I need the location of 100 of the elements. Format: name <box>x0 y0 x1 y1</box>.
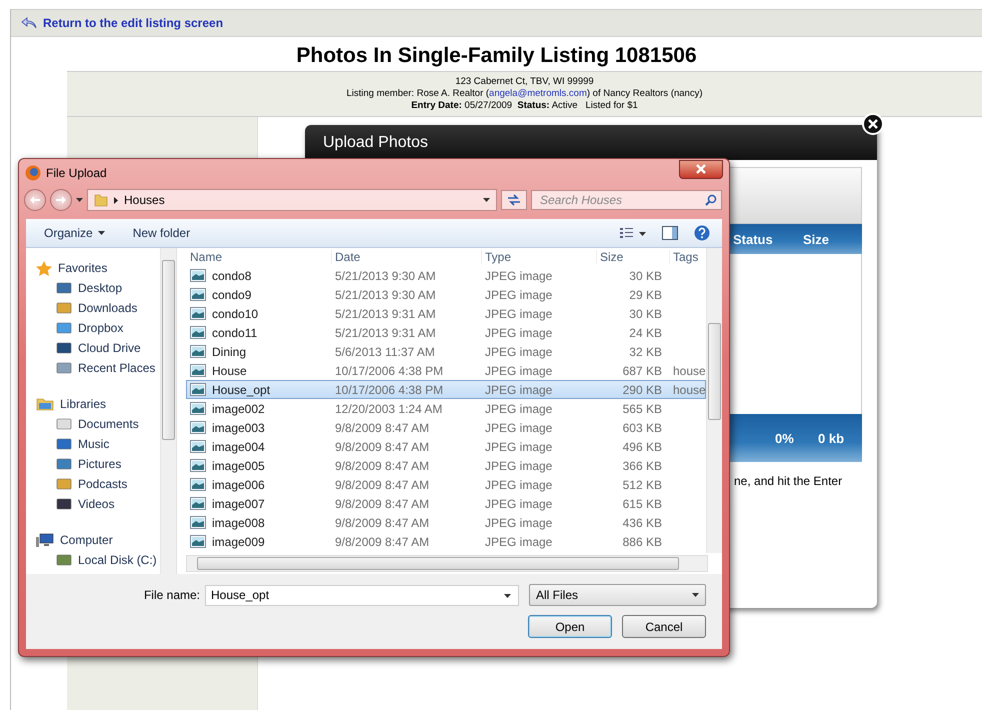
nav-item[interactable]: Podcasts <box>36 474 128 494</box>
address-bar[interactable]: Houses <box>87 189 497 211</box>
nav-item[interactable]: Cloud Drive <box>36 338 141 358</box>
file-type: JPEG image <box>484 458 554 472</box>
nav-item-icon <box>56 361 72 375</box>
file-name: House <box>212 364 247 378</box>
modal-title: Upload Photos <box>323 134 428 152</box>
file-size: 24 KB <box>628 326 663 340</box>
nav-group[interactable]: Favorites <box>36 258 108 278</box>
file-name-field[interactable]: House_opt <box>205 584 519 606</box>
image-file-icon <box>190 421 206 434</box>
file-row[interactable]: image007 9/8/2009 8:47 AM JPEG image 615 KB <box>186 494 706 513</box>
file-row[interactable]: image005 9/8/2009 8:47 AM JPEG image 366 KB <box>186 456 706 475</box>
file-tags: house <box>670 382 705 396</box>
nav-item[interactable]: Pictures <box>36 454 122 474</box>
view-options-icon[interactable] <box>620 227 646 239</box>
nav-item[interactable]: Local Disk (C:) <box>36 550 157 570</box>
file-size: 290 KB <box>622 382 663 396</box>
dialog-button[interactable]: Cancel <box>622 615 706 638</box>
close-icon[interactable] <box>862 113 884 135</box>
file-date: 10/17/2006 4:38 PM <box>334 364 444 378</box>
history-caret-icon <box>76 198 83 202</box>
file-size: 436 KB <box>622 516 663 530</box>
file-row[interactable]: condo10 5/21/2013 9:31 AM JPEG image 30 KB <box>186 304 706 323</box>
file-row[interactable]: image002 12/20/2003 1:24 AM JPEG image 565 KB <box>186 399 706 418</box>
file-type: JPEG image <box>484 516 554 530</box>
scrollbar[interactable] <box>160 248 176 574</box>
scrollbar[interactable] <box>706 248 722 553</box>
file-row[interactable]: Dining 5/6/2013 11:37 AM JPEG image 32 KB <box>186 342 706 361</box>
file-date: 12/20/2003 1:24 AM <box>334 402 444 416</box>
column-header[interactable]: Date <box>332 250 482 264</box>
file-row[interactable]: House 10/17/2006 4:38 PM JPEG image 687 KB house <box>186 361 706 380</box>
file-type: JPEG image <box>484 344 554 358</box>
file-row[interactable]: condo8 5/21/2013 9:30 AM JPEG image 30 KB <box>186 266 706 285</box>
file-date: 9/8/2009 8:47 AM <box>334 458 430 472</box>
file-row[interactable]: condo9 5/21/2013 9:30 AM JPEG image 29 KB <box>186 285 706 304</box>
nav-group[interactable]: Libraries <box>36 394 106 414</box>
nav-group[interactable]: Computer <box>36 530 113 550</box>
instruction-text: ne, and hit the Enter <box>734 474 842 488</box>
scrollbar[interactable] <box>186 555 708 572</box>
file-date: 5/6/2013 11:37 AM <box>334 344 436 358</box>
nav-item[interactable]: Desktop <box>36 278 122 298</box>
file-size: 496 KB <box>622 440 663 454</box>
column-header: Size <box>803 232 830 246</box>
file-name: image003 <box>212 420 265 434</box>
file-type: JPEG image <box>484 306 554 320</box>
nav-item-icon <box>56 341 72 355</box>
dialog-button[interactable]: Open <box>528 615 612 638</box>
dropdown-caret-icon <box>692 593 699 597</box>
nav-item[interactable]: Videos <box>36 494 114 514</box>
file-type: JPEG image <box>484 534 554 548</box>
refresh-button[interactable] <box>501 190 527 210</box>
column-header[interactable]: Name <box>187 250 332 264</box>
nav-item[interactable]: Dropbox <box>36 318 124 338</box>
nav-item[interactable]: Music <box>36 434 110 454</box>
return-link[interactable]: Return to the edit listing screen <box>43 16 224 30</box>
toolbar-button[interactable]: Organize <box>44 226 105 240</box>
file-name: condo11 <box>212 326 258 340</box>
file-row[interactable]: image004 9/8/2009 8:47 AM JPEG image 496 KB <box>186 437 706 456</box>
file-row[interactable]: House_opt 10/17/2006 4:38 PM JPEG image 290 KB house <box>186 380 706 399</box>
nav-item-icon <box>56 437 72 451</box>
progress-value: 0 kb <box>818 430 846 446</box>
computer-icon <box>36 532 54 548</box>
preview-pane-icon[interactable] <box>662 226 678 240</box>
forward-button[interactable] <box>50 189 72 211</box>
file-type-dropdown[interactable]: All Files <box>529 584 706 606</box>
help-icon[interactable] <box>694 225 710 241</box>
return-arrow-icon <box>21 17 37 29</box>
email-link[interactable]: angela@metromls.com <box>489 88 587 99</box>
image-file-icon <box>190 516 206 529</box>
file-type: JPEG image <box>484 420 554 434</box>
breadcrumb[interactable]: Houses <box>124 193 165 207</box>
file-row[interactable]: image009 9/8/2009 8:47 AM JPEG image 886 KB <box>186 532 706 551</box>
nav-item[interactable]: Documents <box>36 414 139 434</box>
refresh-icon <box>507 194 521 206</box>
file-type: JPEG image <box>484 364 554 378</box>
column-header[interactable]: Type <box>482 250 597 264</box>
nav-item-icon <box>56 417 72 431</box>
file-type: JPEG image <box>484 440 554 454</box>
nav-item-icon <box>56 553 72 567</box>
file-row[interactable]: condo11 5/21/2013 9:31 AM JPEG image 24 KB <box>186 323 706 342</box>
close-button[interactable] <box>679 160 723 178</box>
nav-item[interactable]: Downloads <box>36 298 138 318</box>
dropdown-caret-icon <box>483 198 490 202</box>
file-row[interactable]: image008 9/8/2009 8:47 AM JPEG image 436 KB <box>186 513 706 532</box>
toolbar-button[interactable]: New folder <box>132 226 190 240</box>
nav-item-icon <box>56 497 72 511</box>
file-date: 5/21/2013 9:31 AM <box>334 326 437 340</box>
file-row[interactable]: image003 9/8/2009 8:47 AM JPEG image 603 KB <box>186 418 706 437</box>
file-name: image005 <box>212 458 265 472</box>
dropdown-caret-icon <box>504 594 511 598</box>
image-file-icon <box>190 307 206 320</box>
image-file-icon <box>190 535 206 548</box>
nav-item[interactable]: Recent Places <box>36 358 156 378</box>
column-header[interactable]: Size <box>597 250 670 264</box>
file-name: condo9 <box>212 288 252 302</box>
back-button[interactable] <box>24 189 46 211</box>
file-row[interactable]: image006 9/8/2009 8:47 AM JPEG image 512 KB <box>186 475 706 494</box>
search-field[interactable]: Search Houses <box>531 190 722 210</box>
file-size: 29 KB <box>628 288 663 302</box>
